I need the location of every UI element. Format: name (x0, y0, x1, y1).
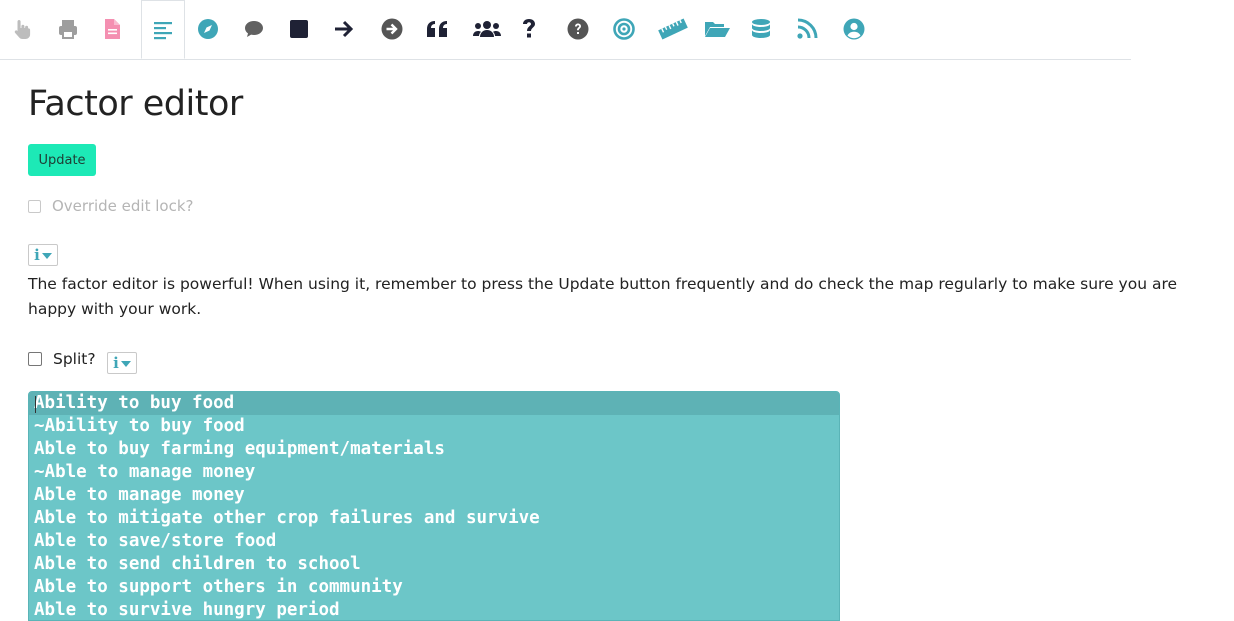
info-icon: i (34, 245, 40, 264)
help-text: The factor editor is powerful! When usin… (28, 275, 1178, 318)
page-title: Factor editor (28, 84, 243, 124)
editor-line: Able to support others in community (34, 577, 403, 597)
editor-line: Able to send children to school (34, 554, 361, 574)
editor-line: ~Ability to buy food (34, 416, 245, 436)
file-icon[interactable] (95, 12, 129, 46)
editor-line: Able to survive hungry period (34, 600, 340, 620)
arrow-right-icon[interactable] (327, 12, 361, 46)
caret-down-icon (120, 354, 131, 372)
arrow-circle-right-icon[interactable] (375, 12, 409, 46)
split-info-dropdown-button[interactable]: i (107, 352, 137, 374)
hand-pointer-icon[interactable] (5, 12, 39, 46)
question-icon[interactable] (512, 12, 546, 46)
editor-line: Able to buy farming equipment/materials (34, 439, 445, 459)
editor-line: Able to manage money (34, 485, 245, 505)
ruler-icon[interactable] (656, 12, 690, 46)
override-edit-lock-checkbox[interactable] (28, 199, 41, 213)
user-circle-icon[interactable] (837, 12, 871, 46)
comment-icon[interactable] (237, 12, 271, 46)
editor-line: Able to save/store food (34, 531, 277, 551)
editor-line: ~Able to manage money (34, 462, 256, 482)
print-icon[interactable] (51, 12, 85, 46)
text-cursor (35, 396, 36, 413)
rss-icon[interactable] (790, 12, 824, 46)
question-circle-icon[interactable] (561, 12, 595, 46)
override-edit-lock-label: Override edit lock? (52, 197, 194, 215)
split-label: Split? (53, 350, 96, 368)
split-option: Split? (28, 350, 96, 368)
info-dropdown-button[interactable]: i (28, 244, 58, 266)
bullseye-icon[interactable] (607, 12, 641, 46)
factor-editor-textarea[interactable]: Ability to buy food ~Ability to buy food… (28, 391, 840, 621)
square-icon[interactable] (282, 12, 316, 46)
users-icon[interactable] (470, 12, 504, 46)
align-left-icon[interactable] (141, 0, 185, 59)
editor-line: Able to mitigate other crop failures and… (34, 508, 540, 528)
update-button[interactable]: Update (28, 144, 96, 176)
override-edit-lock: Override edit lock? (28, 197, 193, 215)
editor-line: Ability to buy food (29, 392, 839, 415)
caret-down-icon (41, 246, 52, 264)
info-icon: i (113, 353, 119, 372)
database-icon[interactable] (744, 12, 778, 46)
compass-icon[interactable] (191, 12, 225, 46)
folder-open-icon[interactable] (700, 12, 734, 46)
toolbar (0, 0, 1131, 60)
quote-left-icon[interactable] (421, 12, 455, 46)
split-checkbox[interactable] (28, 352, 42, 366)
